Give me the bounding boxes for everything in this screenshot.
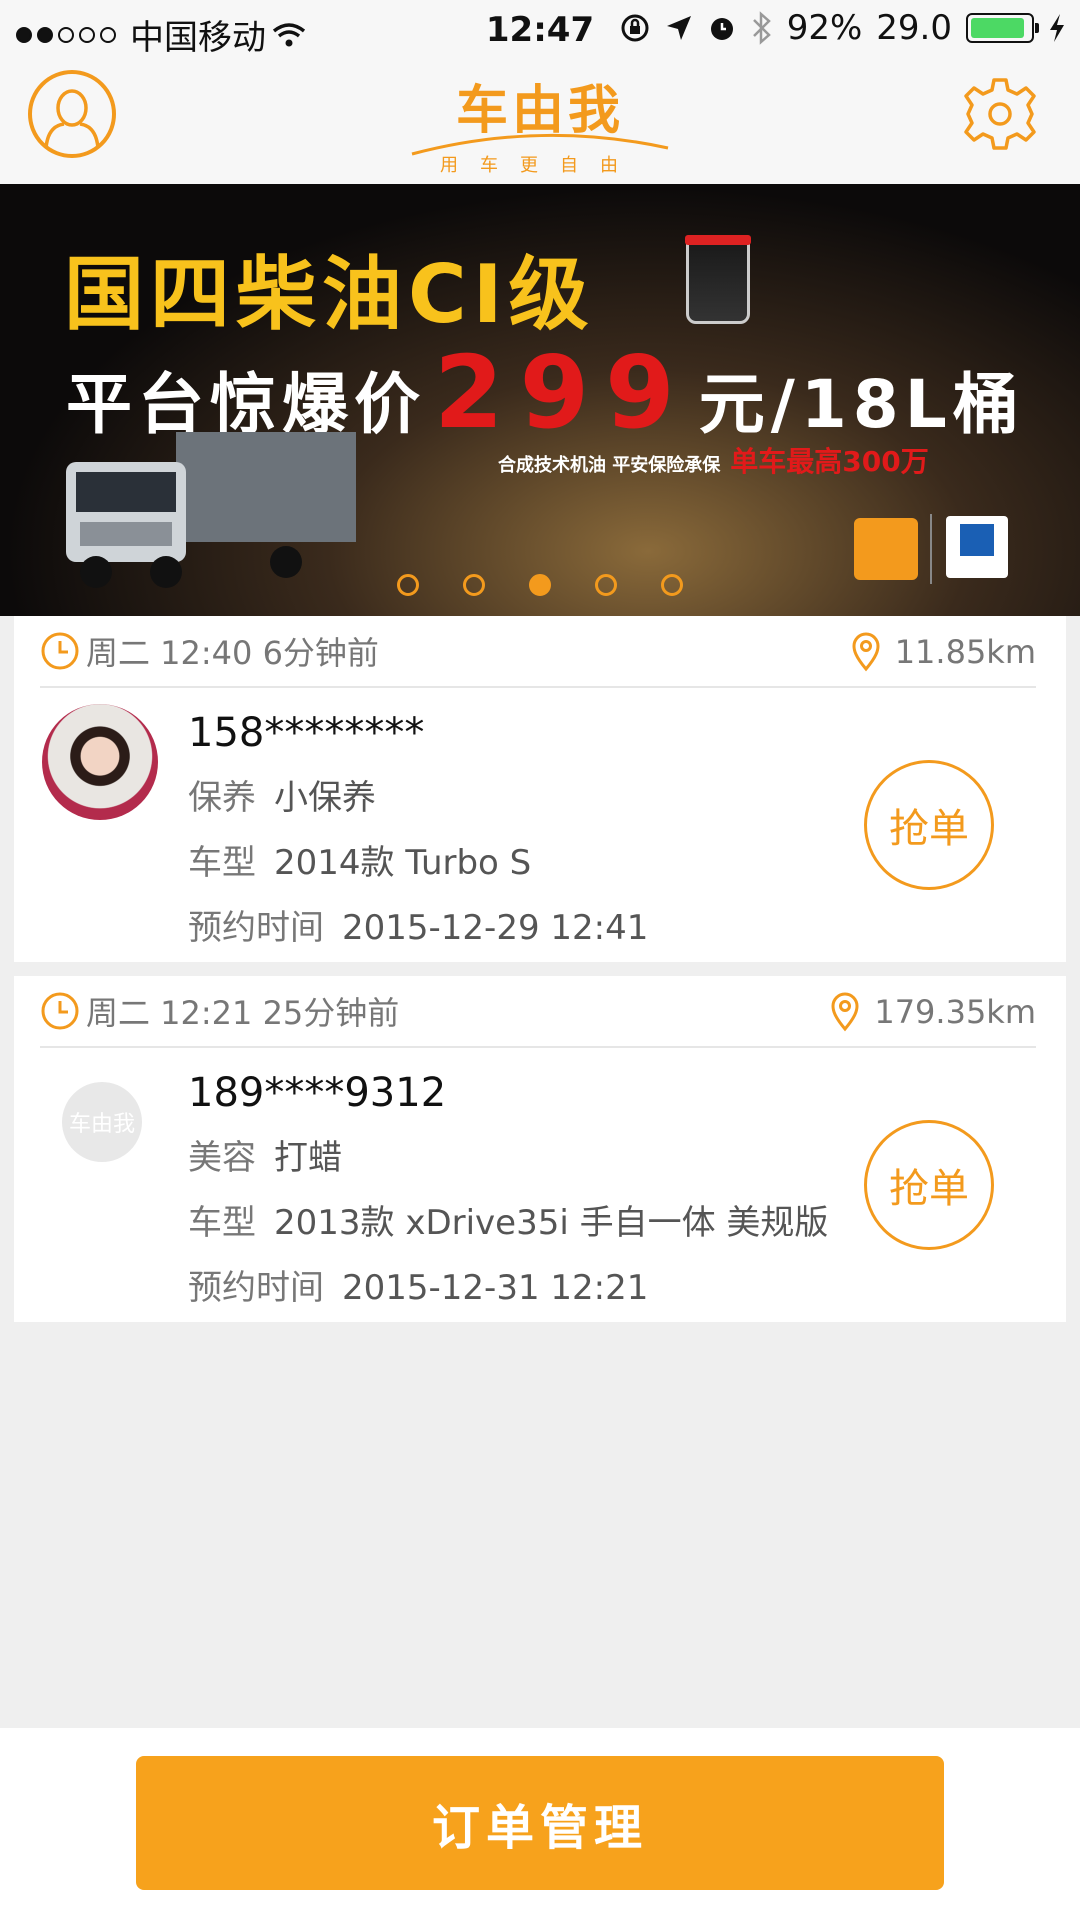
carousel-dot[interactable] [595, 574, 617, 596]
order-card-header: 周二 12:21 25分钟前 179.35km [40, 976, 1036, 1048]
customer-phone: 189****9312 [188, 1070, 447, 1116]
order-info: 189****9312 美容 打蜡 车型 2013款 xDrive35i 手自一体 … [188, 1070, 828, 1309]
appointment-line: 预约时间 2015-12-29 12:41 [188, 900, 648, 949]
service-line: 保养 小保养 [188, 770, 648, 819]
logo-swoosh [411, 133, 669, 156]
top-nav-bar: 车由我 用车更自由 [0, 58, 1080, 184]
order-time: 周二 12:40 6分钟前 [86, 634, 379, 672]
grab-order-button[interactable]: 抢单 [864, 1120, 994, 1250]
banner-price-suffix: 元/18L桶 [698, 366, 1025, 443]
location-pin-icon [852, 632, 880, 672]
rotation-lock-icon [621, 14, 649, 42]
service-label: 美容 [188, 1138, 256, 1178]
order-management-button[interactable]: 订单管理 [136, 1756, 944, 1890]
banner-price: 299 [434, 334, 691, 451]
car-model-line: 车型 2013款 xDrive35i 手自一体 美规版 [188, 1195, 828, 1244]
service-line: 美容 打蜡 [188, 1130, 828, 1179]
order-card: 周二 12:21 25分钟前 179.35km 车由我 189****9312 … [14, 976, 1066, 1322]
location-pin-icon [831, 992, 859, 1032]
carousel-dot[interactable] [463, 574, 485, 596]
banner-headline: 国四柴油CI级 [64, 248, 595, 341]
partner-logo-runshitong [946, 516, 1008, 578]
location-arrow-icon [666, 16, 691, 40]
service-value: 打蜡 [274, 1138, 342, 1178]
service-value: 小保养 [274, 778, 376, 818]
appointment-label: 预约时间 [188, 1268, 324, 1308]
battery-fill [971, 18, 1025, 38]
distance-value: 179.35km [874, 993, 1036, 1031]
promo-banner[interactable]: 国四柴油CI级 平台惊爆价 299 元/18L桶 合成技术机油 平安保险承保 单… [0, 184, 1080, 616]
status-extra-value: 29.0 [876, 8, 952, 48]
carousel-dot-active[interactable] [529, 574, 551, 596]
status-bar: 中国移动 12:47 92% 29.0 [0, 0, 1080, 58]
truck-image [66, 432, 356, 588]
clock-icon [41, 992, 79, 1030]
clock-icon [41, 632, 79, 670]
order-info: 158******** 保养 小保养 车型 2014款 Turbo S 预约时间 20… [188, 710, 648, 949]
service-label: 保养 [188, 778, 256, 818]
gear-icon [964, 78, 1036, 150]
order-time: 周二 12:21 25分钟前 [86, 994, 400, 1032]
customer-phone: 158******** [188, 710, 425, 756]
alarm-icon [710, 18, 733, 40]
bluetooth-icon [752, 11, 771, 45]
appointment-label: 预约时间 [188, 908, 324, 948]
app-logo: 车由我 用车更自由 [0, 68, 1080, 177]
carousel-dot[interactable] [661, 574, 683, 596]
partner-logo-cheyouwo [854, 518, 918, 580]
bottom-bar: 订单管理 [0, 1728, 1080, 1920]
battery-icon [966, 13, 1039, 43]
order-distance: 179.35km [830, 976, 1036, 1048]
carousel-indicator[interactable] [0, 574, 1080, 596]
appointment-value: 2015-12-31 12:21 [342, 1268, 649, 1308]
order-card: 周二 12:40 6分钟前 11.85km 158******** 保养 小保养 … [14, 616, 1066, 962]
car-model-value: 2013款 xDrive35i 手自一体 美规版 [274, 1203, 829, 1243]
car-model-label: 车型 [188, 843, 256, 883]
banner-subline-text: 合成技术机油 平安保险承保 [498, 455, 721, 476]
settings-button[interactable] [960, 74, 1040, 154]
default-avatar: 车由我 [62, 1082, 142, 1162]
appointment-line: 预约时间 2015-12-31 12:21 [188, 1260, 828, 1309]
battery-percent: 92% [786, 8, 863, 48]
grab-order-button[interactable]: 抢单 [864, 760, 994, 890]
car-model-label: 车型 [188, 1203, 256, 1243]
distance-value: 11.85km [894, 633, 1036, 671]
appointment-value: 2015-12-29 12:41 [342, 908, 649, 948]
carousel-dot[interactable] [397, 574, 419, 596]
banner-subline: 合成技术机油 平安保险承保 单车最高300万 [498, 440, 929, 480]
status-icons: 92% 29.0 [619, 8, 1066, 48]
oil-bucket-image [685, 235, 751, 324]
order-distance: 11.85km [851, 616, 1036, 688]
car-model-line: 车型 2014款 Turbo S [188, 835, 648, 884]
banner-subline-highlight: 单车最高300万 [730, 445, 929, 478]
customer-avatar [42, 704, 158, 820]
car-model-value: 2014款 Turbo S [274, 843, 532, 883]
charging-icon [1050, 14, 1064, 42]
order-card-header: 周二 12:40 6分钟前 11.85km [40, 616, 1036, 688]
